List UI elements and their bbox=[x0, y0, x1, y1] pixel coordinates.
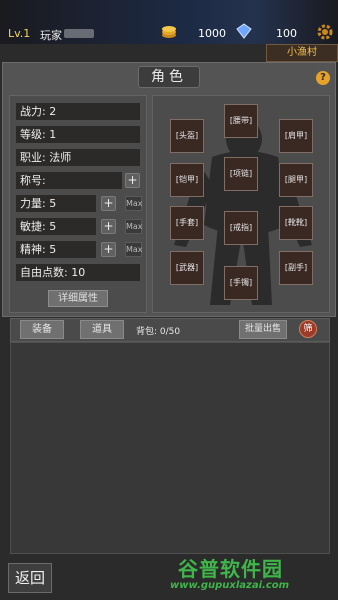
stat-level: 等级: 1 bbox=[16, 126, 140, 143]
player-name: 玩家 bbox=[40, 29, 62, 42]
slot-cape[interactable]: [腰带] bbox=[224, 104, 258, 138]
stat-strength: 力量: 5 bbox=[16, 195, 96, 212]
stat-power: 战力: 2 bbox=[16, 103, 140, 120]
slot-boots[interactable]: [靴靴] bbox=[279, 206, 313, 240]
batch-sell-button[interactable]: 批量出售 bbox=[239, 320, 287, 339]
gem-icon bbox=[236, 23, 252, 39]
stat-class: 职业: 法师 bbox=[16, 149, 140, 166]
bag-capacity: 背包: 0/50 bbox=[136, 327, 181, 337]
slot-shoulder[interactable]: [肩甲] bbox=[279, 119, 313, 153]
detail-attributes-button[interactable]: 详细属性 bbox=[48, 290, 108, 307]
title-add-button[interactable]: + bbox=[125, 173, 140, 188]
help-icon[interactable]: ? bbox=[316, 71, 330, 85]
slot-leg[interactable]: [腿甲] bbox=[279, 163, 313, 197]
player-name-blur bbox=[64, 29, 94, 38]
gear-icon[interactable] bbox=[316, 23, 334, 41]
slot-necklace[interactable]: [项链] bbox=[224, 157, 258, 191]
stat-spirit: 精神: 5 bbox=[16, 241, 96, 258]
tab-equipment[interactable]: 装备 bbox=[20, 320, 64, 339]
watermark-url: www.gupuxlazai.com bbox=[170, 580, 290, 591]
strength-max-button[interactable]: Max bbox=[125, 196, 143, 211]
panel-title: 角色 bbox=[138, 66, 200, 88]
agility-max-button[interactable]: Max bbox=[125, 219, 143, 234]
slot-armor[interactable]: [铠甲] bbox=[170, 163, 204, 197]
gold-amount: 1000 bbox=[198, 27, 226, 40]
stat-free-points: 自由点数: 10 bbox=[16, 264, 140, 281]
inventory-grid bbox=[10, 342, 330, 554]
gem-amount: 100 bbox=[276, 27, 297, 40]
slot-weapon[interactable]: [武器] bbox=[170, 251, 204, 285]
back-button[interactable]: 返回 bbox=[8, 563, 52, 593]
agility-plus-button[interactable]: + bbox=[101, 219, 116, 234]
strength-plus-button[interactable]: + bbox=[101, 196, 116, 211]
spirit-max-button[interactable]: Max bbox=[125, 242, 143, 257]
watermark-text: 谷普软件园 bbox=[178, 557, 283, 581]
slot-offhand[interactable]: [副手] bbox=[279, 251, 313, 285]
slot-helmet[interactable]: [头盔] bbox=[170, 119, 204, 153]
slot-ring[interactable]: [戒指] bbox=[224, 211, 258, 245]
gold-coin-icon bbox=[162, 26, 176, 38]
player-level: Lv.1 bbox=[8, 27, 31, 40]
tab-items[interactable]: 道具 bbox=[80, 320, 124, 339]
filter-icon[interactable]: 筛 bbox=[299, 320, 317, 338]
stat-title: 称号: bbox=[16, 172, 122, 189]
location-label[interactable]: 小渔村 bbox=[266, 44, 338, 62]
spirit-plus-button[interactable]: + bbox=[101, 242, 116, 257]
slot-bracelet[interactable]: [手镯] bbox=[224, 266, 258, 300]
stat-agility: 敏捷: 5 bbox=[16, 218, 96, 235]
slot-gloves[interactable]: [手套] bbox=[170, 206, 204, 240]
